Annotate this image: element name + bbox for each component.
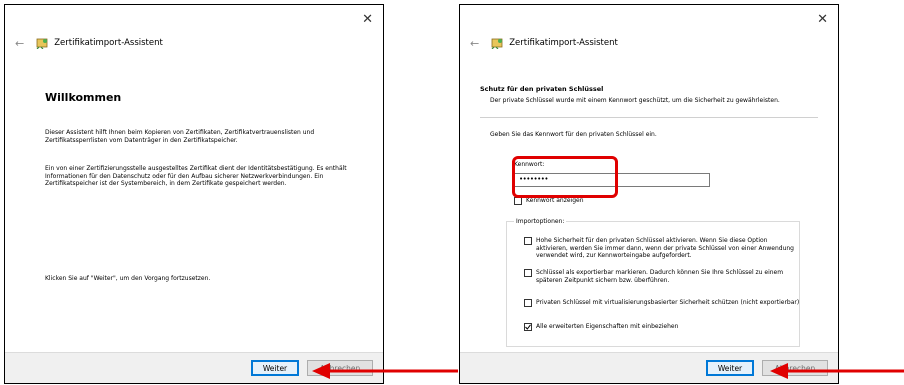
close-icon[interactable]: ✕: [817, 13, 828, 26]
option-vbs-label: Privaten Schlüssel mit virtualisierungsb…: [536, 299, 800, 306]
next-button[interactable]: Weiter: [251, 360, 299, 376]
next-button[interactable]: Weiter: [706, 360, 754, 376]
intro-paragraph: Dieser Assistent hilft Ihnen beim Kopier…: [45, 129, 315, 144]
wizard-content: Schutz für den privaten Schlüssel Der pr…: [466, 61, 832, 351]
wizard-title-bar: ← Zertifikatimport-Assistent: [15, 35, 163, 51]
certificate-info-paragraph: Ein von einer Zertifizierungsstelle ausg…: [45, 165, 347, 188]
cancel-button[interactable]: Abbrechen: [762, 360, 828, 376]
show-password-label: Kennwort anzeigen: [526, 197, 584, 204]
import-wizard-welcome-dialog: ✕ ← Zertifikatimport-Assistent Willkomme…: [4, 4, 384, 384]
password-instruction: Geben Sie das Kennwort für den privaten …: [490, 131, 657, 138]
option-vbs-checkbox[interactable]: [524, 299, 532, 307]
section-description: Der private Schlüssel wurde mit einem Ke…: [490, 97, 780, 104]
wizard-footer: Weiter Abbrechen: [460, 352, 838, 383]
wizard-content: Willkommen Dieser Assistent hilft Ihnen …: [11, 61, 377, 351]
cancel-button[interactable]: Abbrechen: [307, 360, 373, 376]
option-high-security-label: Hohe Sicherheit für den privaten Schlüss…: [536, 237, 794, 260]
checkmark-icon: [525, 324, 531, 330]
certificate-icon: [36, 37, 49, 50]
welcome-heading: Willkommen: [45, 91, 122, 104]
option-extended-properties-label: Alle erweiterten Eigenschaften mit einbe…: [536, 323, 679, 330]
import-options-label: Importoptionen:: [514, 218, 567, 225]
option-extended-properties-checkbox[interactable]: [524, 323, 532, 331]
header-divider: [480, 117, 818, 118]
option-exportable-label: Schlüssel als exportierbar markieren. Da…: [536, 269, 784, 284]
wizard-title: Zertifikatimport-Assistent: [509, 38, 618, 48]
back-arrow-icon[interactable]: ←: [15, 37, 24, 50]
certificate-icon: [491, 37, 504, 50]
wizard-footer: Weiter Abbrechen: [5, 352, 383, 383]
option-exportable-checkbox[interactable]: [524, 269, 532, 277]
wizard-title-bar: ← Zertifikatimport-Assistent: [470, 35, 618, 51]
close-icon[interactable]: ✕: [362, 13, 373, 26]
password-highlight-box: [512, 156, 618, 198]
option-high-security-checkbox[interactable]: [524, 237, 532, 245]
wizard-title: Zertifikatimport-Assistent: [54, 38, 163, 48]
section-title: Schutz für den privaten Schlüssel: [480, 85, 604, 93]
continue-instruction: Klicken Sie auf "Weiter", um den Vorgang…: [45, 275, 211, 282]
back-arrow-icon[interactable]: ←: [470, 37, 479, 50]
show-password-checkbox[interactable]: [514, 197, 522, 205]
